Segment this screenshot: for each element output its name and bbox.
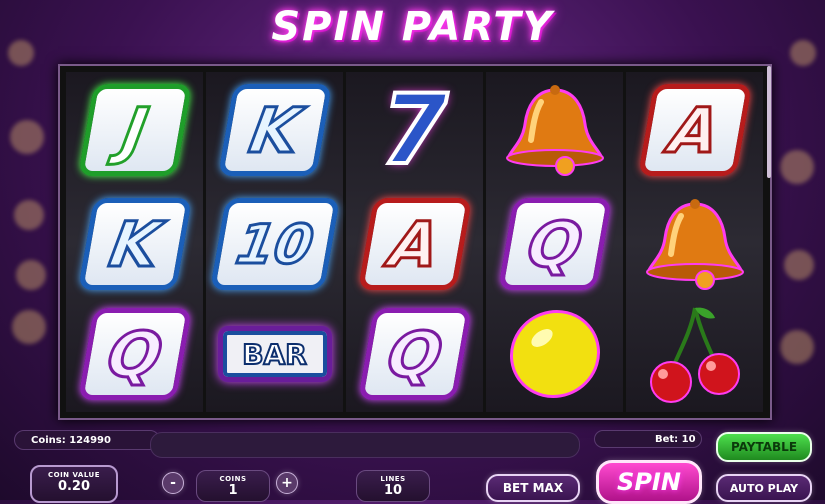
symbol-label: J [115,92,154,168]
coins-selector-label: COINS [219,475,247,483]
coins-balance: Coins: 124990 [14,430,160,450]
bokeh-light [16,260,46,290]
symbol-lemon [486,298,623,410]
bokeh-light [12,310,46,344]
coin-value-box[interactable]: COIN VALUE 0.20 [30,465,118,503]
bet-max-label: BET MAX [502,481,564,495]
reel-3: 7 A Q [346,72,483,412]
symbol-label: A [383,206,447,282]
auto-play-button[interactable]: AUTO PLAY [716,474,812,502]
symbol-q: Q [66,298,203,410]
symbol-label: A [663,92,727,168]
reel-2: K 10 BAR [206,72,343,412]
bokeh-light [784,250,814,280]
bet-display: Bet: 10 [594,430,702,448]
lines-selector-label: LINES [380,475,406,483]
coins-value: 1 [228,483,238,498]
cherries-icon [649,307,740,403]
decrease-button[interactable]: - [162,472,184,494]
symbol-j: J [66,74,203,186]
symbol-bell [486,74,623,186]
symbol-q: Q [486,188,623,300]
reel-5: A [626,72,763,412]
reel-4: Q [486,72,623,412]
auto-play-label: AUTO PLAY [729,481,799,495]
symbol-bar: BAR [206,298,343,410]
bokeh-light [14,200,44,230]
lines-selector[interactable]: LINES 10 [356,470,430,502]
symbol-k: K [66,188,203,300]
paytable-button[interactable]: PAYTABLE [716,432,812,462]
reels-area: J K Q K 10 BAR 7 A Q Q A [58,64,772,420]
symbol-a: A [346,188,483,300]
bokeh-light [10,120,44,154]
game-title: SPIN PARTY [271,4,554,50]
lines-value: 10 [383,483,403,498]
symbol-label: K [243,92,307,168]
symbol-10: 10 [206,188,343,300]
bet-max-button[interactable]: BET MAX [486,474,580,502]
symbol-k: K [206,74,343,186]
message-bar [150,432,580,458]
symbol-label: Q [380,316,449,392]
symbol-a: A [626,74,763,186]
symbol-cherries [626,298,763,410]
coins-selector[interactable]: COINS 1 [196,470,270,502]
symbol-label: K [103,206,167,282]
lemon-icon [509,309,600,399]
symbol-bell [626,188,763,300]
bokeh-light [780,150,814,184]
spin-label: SPIN [617,468,681,496]
reel-1: J K Q [66,72,203,412]
scrollbar[interactable] [767,66,771,178]
paytable-label: PAYTABLE [730,440,798,454]
seven-icon: 7 [379,72,450,188]
bet-display-label: Bet: 10 [655,433,696,445]
increase-button[interactable]: + [276,472,298,494]
bar-icon: BAR [217,326,332,382]
symbol-label: Q [100,316,169,392]
bell-icon [505,85,604,176]
symbol-q: Q [346,298,483,410]
plus-icon: + [281,475,293,491]
coins-balance-label: Coins: 124990 [31,434,111,446]
symbol-label: 10 [230,211,319,277]
bell-icon [645,199,744,290]
minus-icon: - [170,475,176,491]
spin-button[interactable]: SPIN [596,460,702,504]
symbol-label: Q [520,206,589,282]
coin-value-label: COIN VALUE [47,471,101,479]
bokeh-light [780,330,814,364]
coin-value: 0.20 [57,479,91,494]
symbol-seven: 7 [346,72,483,188]
